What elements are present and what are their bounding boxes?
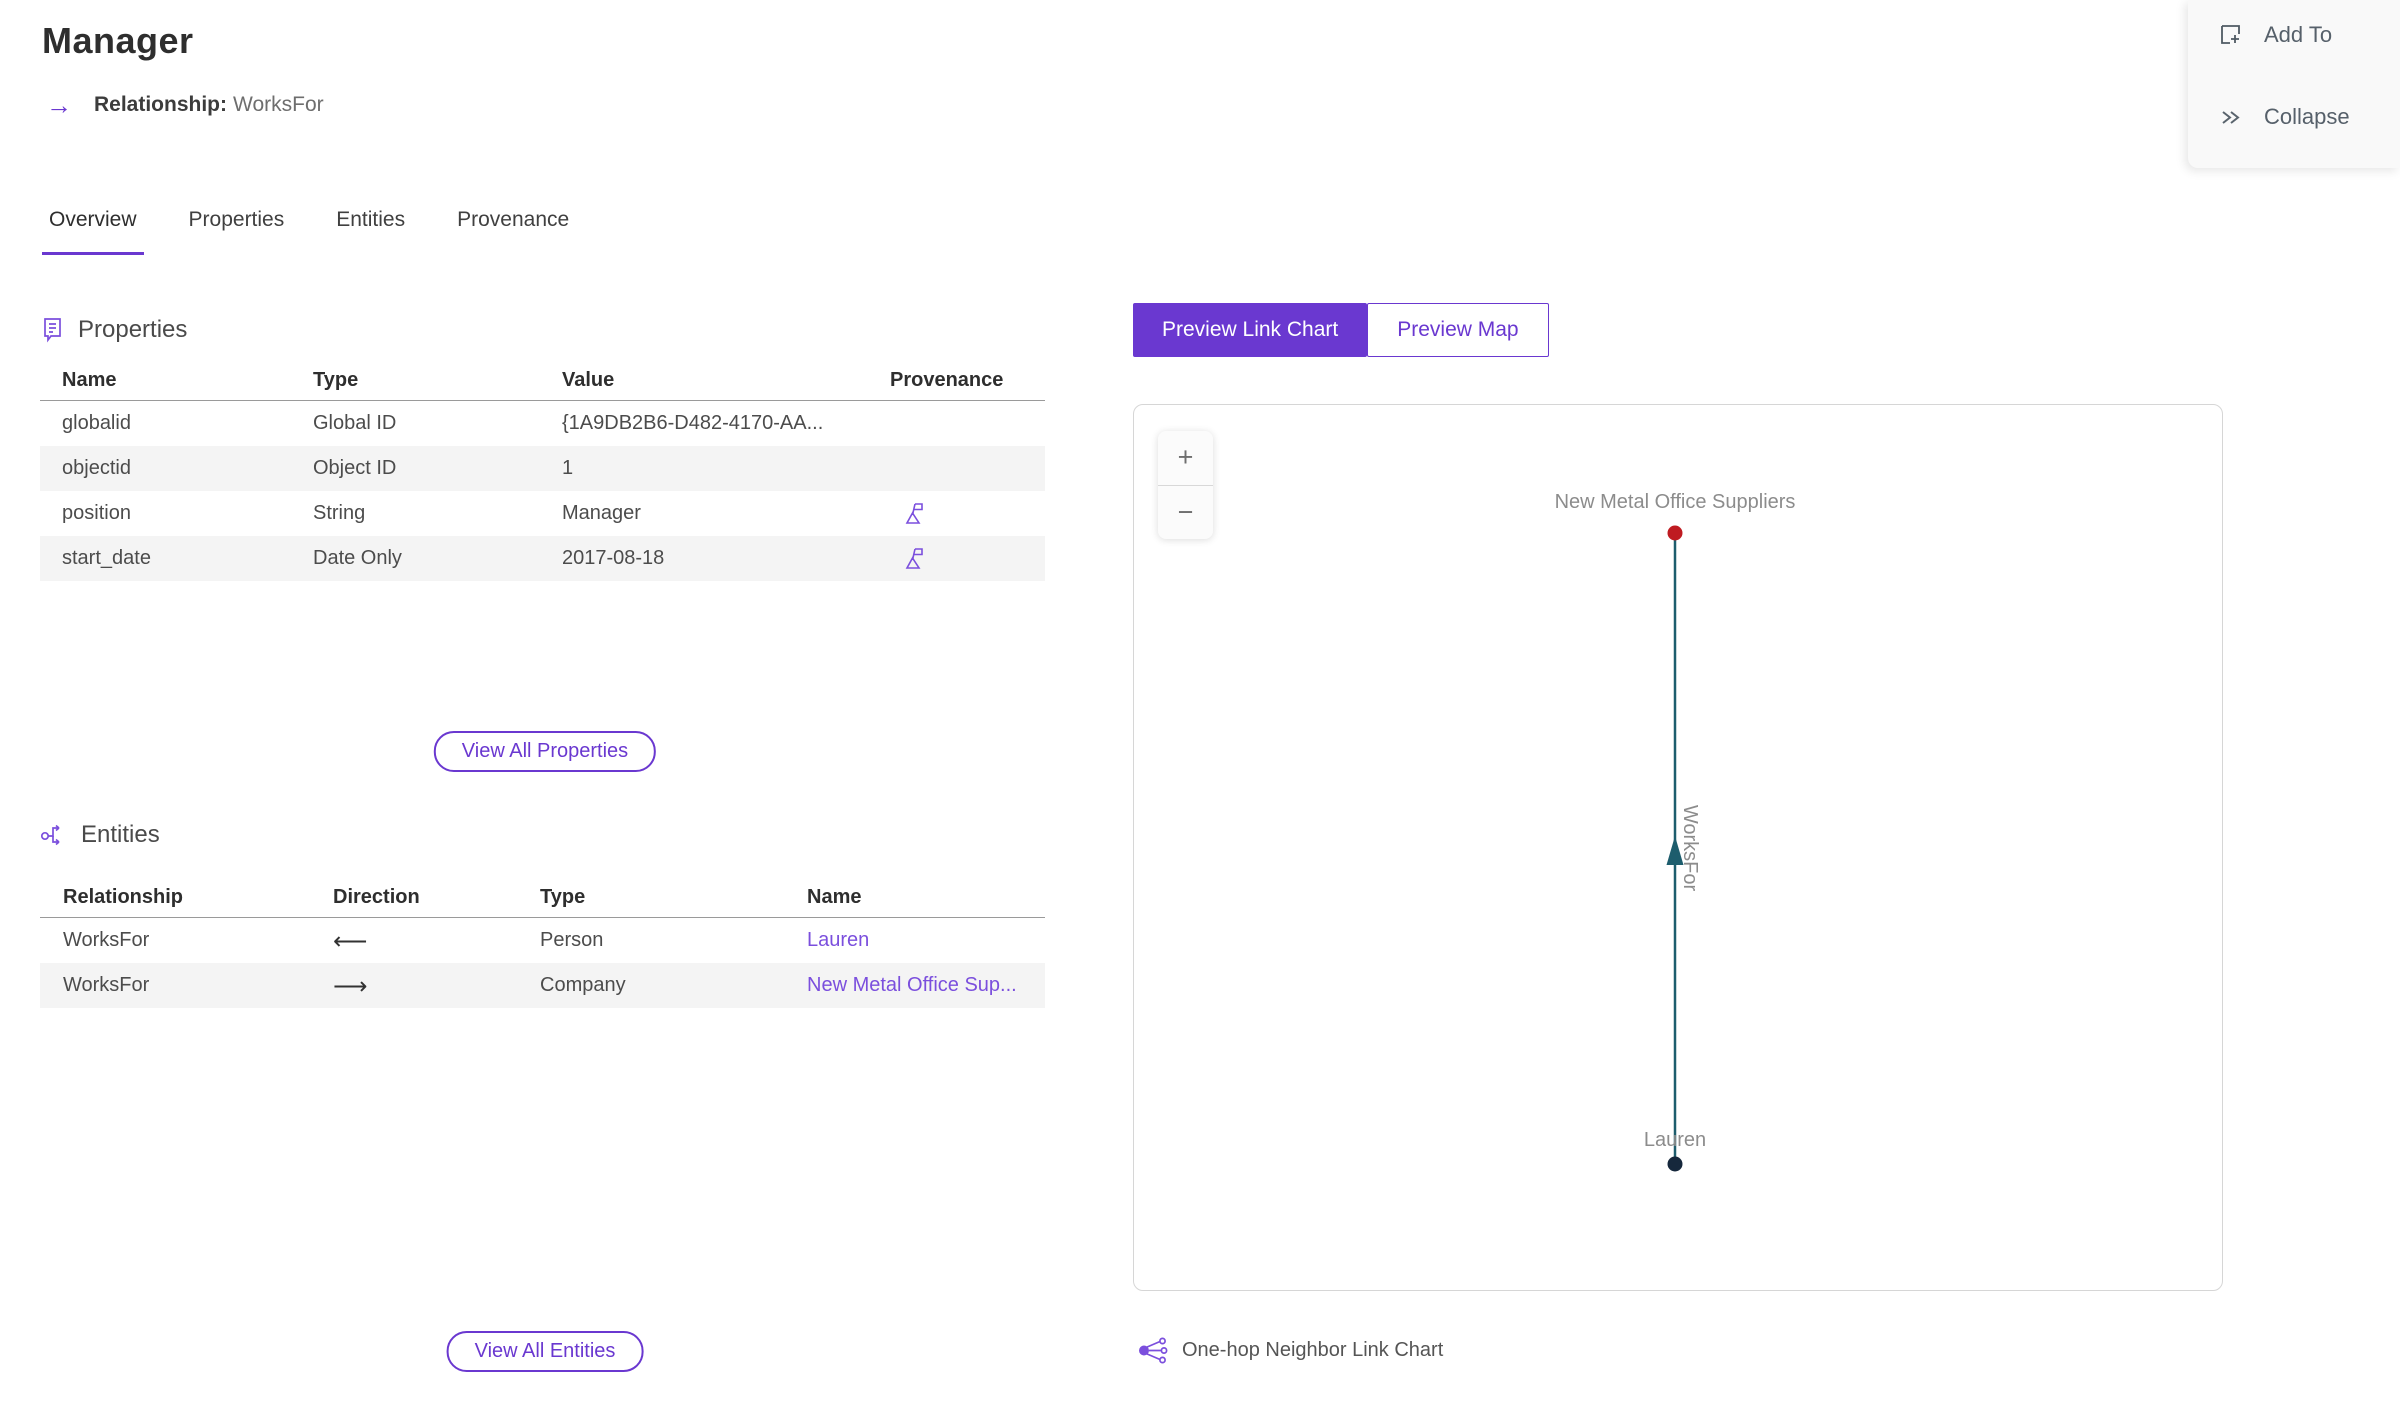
tab-entities[interactable]: Entities (329, 208, 412, 255)
prop-value: 1 (562, 457, 574, 479)
col-header-name: Name (807, 886, 862, 908)
edge-label: WorksFor (1679, 805, 1701, 892)
provenance-flag-icon[interactable] (904, 546, 927, 571)
company-node[interactable] (1667, 525, 1683, 541)
prop-name: position (62, 502, 131, 524)
table-row: start_date Date Only 2017-08-18 (40, 536, 1045, 581)
tab-provenance[interactable]: Provenance (450, 208, 576, 255)
prop-type: Global ID (313, 412, 397, 434)
entity-type: Company (540, 974, 626, 996)
col-header-name: Name (62, 369, 117, 391)
view-all-properties-button[interactable]: View All Properties (433, 731, 657, 772)
link-chart-canvas[interactable]: WorksFor New Metal Office Suppliers Laur… (1134, 405, 2222, 1290)
col-header-direction: Direction (333, 886, 420, 908)
collapse-label: Collapse (2264, 104, 2350, 129)
add-to-button[interactable]: Add To (2218, 22, 2332, 48)
entities-table: Relationship Direction Type Name WorksFo… (40, 878, 1045, 1008)
direction-arrow-right-icon: ⟶ (333, 971, 368, 1000)
node-label-company: New Metal Office Suppliers (1555, 491, 1796, 513)
person-node[interactable] (1667, 1156, 1683, 1172)
col-header-value: Value (562, 369, 615, 391)
prop-value: {1A9DB2B6-D482-4170-AA... (562, 412, 824, 434)
relationship-label: Relationship: WorksFor (94, 93, 324, 116)
tab-properties[interactable]: Properties (182, 208, 292, 255)
prop-name: objectid (62, 457, 131, 479)
col-header-relationship: Relationship (63, 886, 184, 908)
prop-name: start_date (62, 547, 151, 569)
prop-type: String (313, 502, 366, 524)
entity-type: Person (540, 929, 604, 951)
properties-section-title: Properties (78, 316, 188, 343)
node-label-person: Lauren (1644, 1129, 1706, 1151)
entities-icon (40, 824, 60, 846)
prop-value: 2017-08-18 (562, 547, 665, 569)
entities-section-title: Entities (81, 821, 160, 848)
entity-relationship: WorksFor (63, 929, 150, 951)
properties-table-header: Name Type Value Provenance (40, 361, 1045, 401)
properties-table: Name Type Value Provenance globalid Glob… (40, 361, 1045, 581)
prop-type: Object ID (313, 457, 397, 479)
entity-name-link[interactable]: Lauren (807, 929, 1045, 952)
collapse-button[interactable]: Collapse (2218, 104, 2350, 130)
table-row: WorksFor ⟶ Company New Metal Office Sup.… (40, 963, 1045, 1008)
link-chart-panel[interactable]: + − WorksFor New Metal Office Suppliers … (1133, 404, 2223, 1291)
zoom-control: + − (1158, 431, 1213, 539)
add-to-icon (2221, 25, 2240, 44)
prop-value: Manager (562, 502, 641, 524)
chart-footer: One-hop Neighbor Link Chart (1137, 1337, 1443, 1364)
table-row: objectid Object ID 1 (40, 446, 1045, 491)
entities-table-header: Relationship Direction Type Name (40, 878, 1045, 918)
zoom-out-button[interactable]: − (1158, 484, 1213, 540)
zoom-in-button[interactable]: + (1158, 431, 1213, 485)
add-to-label: Add To (2264, 22, 2333, 47)
table-row: globalid Global ID {1A9DB2B6-D482-4170-A… (40, 401, 1045, 446)
col-header-type: Type (313, 369, 359, 391)
chart-footer-label: One-hop Neighbor Link Chart (1182, 1339, 1444, 1361)
collapse-chevrons-icon (2222, 111, 2240, 124)
preview-toggle: Preview Link Chart Preview Map (1133, 303, 1549, 357)
properties-icon (44, 318, 61, 343)
table-row: WorksFor ⟵ Person Lauren (40, 918, 1045, 963)
entity-name-link[interactable]: New Metal Office Sup... (807, 974, 1045, 997)
view-all-entities-button[interactable]: View All Entities (446, 1331, 644, 1372)
tab-overview[interactable]: Overview (42, 208, 144, 255)
direction-arrow-left-icon: ⟵ (333, 926, 368, 955)
prop-type: Date Only (313, 547, 402, 569)
page-title: Manager (42, 20, 194, 61)
actions-flyout: Add To Collapse (2188, 0, 2400, 168)
relationship-subtitle: → Relationship: WorksFor (46, 92, 324, 118)
preview-map-button[interactable]: Preview Map (1367, 303, 1549, 357)
prop-name: globalid (62, 412, 131, 434)
entity-relationship: WorksFor (63, 974, 150, 996)
relationship-arrow-icon: → (46, 90, 72, 120)
col-header-type: Type (540, 886, 586, 908)
entities-section-heading: Entities (40, 821, 160, 849)
col-header-provenance: Provenance (890, 369, 1004, 391)
one-hop-link-chart-icon (1139, 1337, 1168, 1364)
properties-section-heading: Properties (40, 316, 187, 344)
table-row: position String Manager (40, 491, 1045, 536)
tab-bar: Overview Properties Entities Provenance (42, 208, 614, 255)
provenance-flag-icon[interactable] (904, 501, 927, 526)
preview-link-chart-button[interactable]: Preview Link Chart (1133, 303, 1368, 357)
